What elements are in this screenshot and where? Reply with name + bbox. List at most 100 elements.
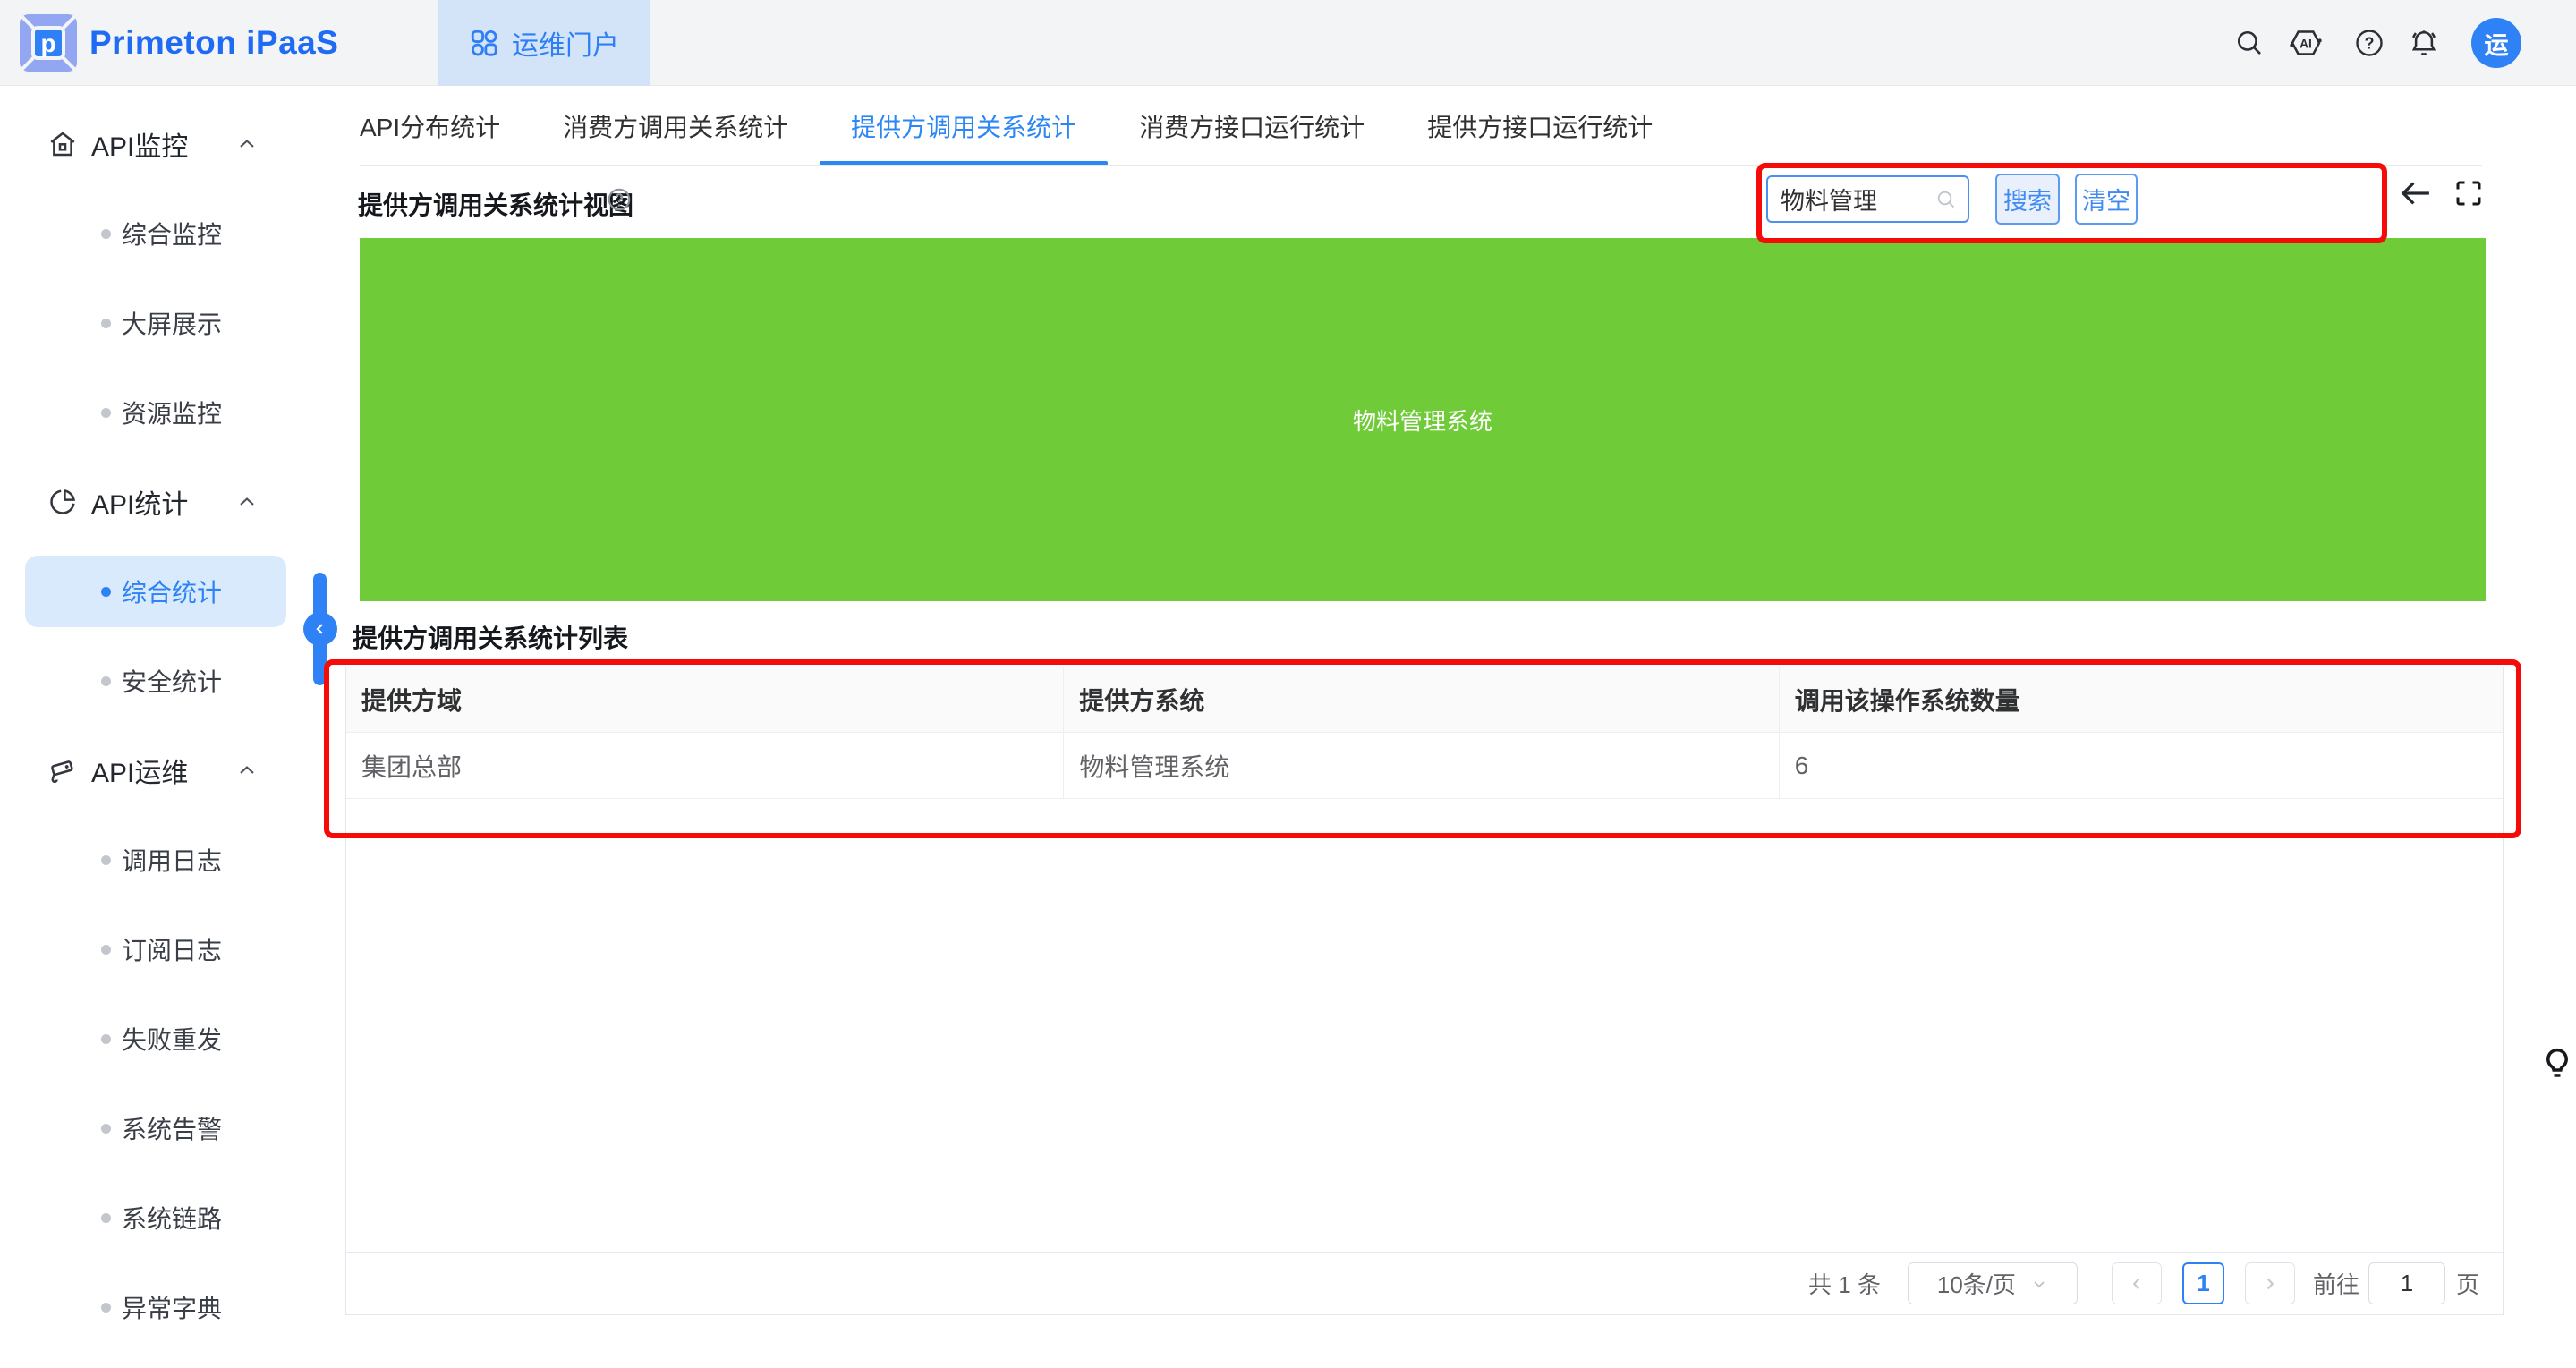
sidebar-item-failure-resend[interactable]: 失败重发 — [0, 994, 319, 1083]
surveillance-camera-icon — [47, 754, 79, 786]
search-button[interactable]: 搜索 — [1995, 174, 2060, 225]
input-search-icon — [1935, 189, 1957, 210]
prev-page-button[interactable] — [2112, 1262, 2162, 1304]
ai-assistant-icon[interactable]: AI — [2288, 25, 2324, 61]
bullet-dot — [101, 676, 111, 686]
bullet-dot — [101, 587, 111, 597]
current-page-number: 1 — [2197, 1270, 2209, 1297]
cell-call-system-count: 6 — [1779, 733, 2503, 798]
cell-provider-system: 物料管理系统 — [1063, 733, 1778, 798]
notifications-bell-icon[interactable] — [2407, 26, 2441, 60]
provider-relation-treemap[interactable]: 物料管理系统 — [360, 238, 2486, 601]
sidebar-item-monitor-overview[interactable]: 综合监控 — [0, 189, 319, 278]
back-arrow-icon[interactable] — [2397, 174, 2435, 212]
sidebar-section-api-monitor[interactable]: API监控 — [0, 99, 319, 189]
view-title: 提供方调用关系统计视图 — [358, 186, 633, 222]
tab-provider-call-relation[interactable]: 提供方调用关系统计 — [851, 86, 1076, 166]
sidebar-item-subscription-logs[interactable]: 订阅日志 — [0, 905, 319, 994]
top-bar: p Primeton iPaaS 运维门户 AI ? — [0, 0, 2576, 86]
tab-consumer-call-relation[interactable]: 消费方调用关系统计 — [563, 86, 788, 166]
sidebar-item-label: 异常字典 — [122, 1289, 222, 1325]
topbar-actions: AI ? 运 — [2234, 0, 2521, 86]
sidebar-section-label: API运维 — [91, 751, 188, 790]
sidebar-item-call-logs[interactable]: 调用日志 — [0, 815, 319, 905]
sidebar-item-exception-dictionary[interactable]: 异常字典 — [0, 1262, 319, 1352]
sidebar-item-stats-overview[interactable]: 综合统计 — [0, 547, 319, 636]
sidebar-section-label: API统计 — [91, 482, 188, 522]
chevron-up-icon — [234, 132, 259, 157]
logo-glyph: p — [40, 30, 55, 57]
bullet-dot — [101, 319, 111, 328]
clear-button[interactable]: 清空 — [2075, 174, 2138, 225]
sidebar-item-label: 系统告警 — [122, 1110, 222, 1146]
sidebar-item-resource-monitor[interactable]: 资源监控 — [0, 368, 319, 457]
goto-page-input[interactable] — [2368, 1262, 2445, 1304]
list-title: 提供方调用关系统计列表 — [353, 619, 628, 655]
stats-tabs: API分布统计 消费方调用关系统计 提供方调用关系统计 消费方接口运行统计 提供… — [360, 86, 1653, 166]
goto-page-label: 前往 — [2313, 1267, 2359, 1300]
portal-tab-label: 运维门户 — [512, 23, 619, 63]
table-empty-area — [346, 799, 2503, 1252]
apps-grid-icon — [469, 28, 499, 58]
home-icon — [47, 128, 79, 160]
chevron-right-icon — [2260, 1274, 2280, 1294]
help-icon-glyph: ? — [2365, 35, 2375, 53]
tab-api-distribution[interactable]: API分布统计 — [360, 86, 500, 166]
user-avatar[interactable]: 运 — [2471, 18, 2521, 68]
page-size-value: 10条/页 — [1937, 1267, 2016, 1300]
chevron-left-icon — [312, 621, 328, 637]
main-content: API分布统计 消费方调用关系统计 提供方调用关系统计 消费方接口运行统计 提供… — [319, 86, 2576, 1368]
sidebar-item-label: 失败重发 — [122, 1021, 222, 1057]
sidebar-section-api-stats[interactable]: API统计 — [0, 457, 319, 547]
chevron-up-icon — [234, 489, 259, 514]
column-header-provider-system: 提供方系统 — [1063, 667, 1778, 732]
tab-provider-api-run[interactable]: 提供方接口运行统计 — [1427, 86, 1653, 166]
table-row[interactable]: 集团总部 物料管理系统 6 — [346, 733, 2503, 799]
current-page-button[interactable]: 1 — [2182, 1262, 2224, 1304]
page-size-select[interactable]: 10条/页 — [1908, 1262, 2078, 1304]
sidebar-collapse-button[interactable] — [303, 612, 337, 646]
tabs-divider — [360, 165, 2482, 166]
sidebar-item-label: 调用日志 — [122, 842, 222, 878]
bullet-dot — [101, 408, 111, 418]
sidebar-item-label: 大屏展示 — [122, 305, 222, 341]
app-title: Primeton iPaaS — [89, 0, 338, 86]
chevron-left-icon — [2127, 1274, 2147, 1294]
bullet-dot — [101, 1303, 111, 1313]
primeton-ipaas-app: { "colors": { "accent-blue": "#2e82f5", … — [0, 0, 2576, 1368]
sidebar-item-label: 安全统计 — [122, 663, 222, 699]
provider-relation-table: 提供方域 提供方系统 调用该操作系统数量 集团总部 物料管理系统 6 共 1 条… — [345, 667, 2504, 1315]
bullet-dot — [101, 855, 111, 865]
sidebar-item-system-links[interactable]: 系统链路 — [0, 1173, 319, 1262]
bullet-dot — [101, 1213, 111, 1223]
column-header-provider-domain: 提供方域 — [346, 667, 1063, 732]
cell-provider-domain: 集团总部 — [346, 733, 1063, 798]
lightbulb-icon[interactable] — [2538, 1045, 2576, 1083]
fullscreen-icon[interactable] — [2453, 177, 2485, 209]
help-icon[interactable]: ? — [2353, 27, 2385, 59]
pie-chart-icon — [47, 486, 79, 518]
sidebar-section-label: API监控 — [91, 124, 188, 164]
column-header-call-system-count: 调用该操作系统数量 — [1779, 667, 2503, 732]
sidebar-item-security-stats[interactable]: 安全统计 — [0, 636, 319, 726]
sidebar-item-label: 系统链路 — [122, 1200, 222, 1236]
sidebar-item-label: 综合监控 — [122, 216, 222, 251]
avatar-glyph: 运 — [2485, 26, 2509, 61]
sidebar-nav: API监控 综合监控 大屏展示 资源监控 API统计 综合统计 安全统计 — [0, 86, 319, 1368]
search-icon[interactable] — [2234, 28, 2265, 58]
title-help-icon[interactable] — [606, 186, 633, 213]
bullet-dot — [101, 945, 111, 955]
pagination-total: 共 1 条 — [1808, 1267, 1881, 1300]
ai-icon-label: AI — [2300, 37, 2312, 50]
table-header-row: 提供方域 提供方系统 调用该操作系统数量 — [346, 667, 2503, 733]
sidebar-item-big-screen[interactable]: 大屏展示 — [0, 278, 319, 368]
chevron-up-icon — [234, 758, 259, 783]
portal-tab-ops[interactable]: 运维门户 — [438, 0, 650, 86]
sidebar-section-api-ops[interactable]: API运维 — [0, 726, 319, 815]
bullet-dot — [101, 1124, 111, 1134]
sidebar-item-label: 综合统计 — [122, 574, 222, 609]
next-page-button[interactable] — [2245, 1262, 2295, 1304]
bullet-dot — [101, 1034, 111, 1044]
sidebar-item-system-alerts[interactable]: 系统告警 — [0, 1083, 319, 1173]
tab-consumer-api-run[interactable]: 消费方接口运行统计 — [1139, 86, 1365, 166]
